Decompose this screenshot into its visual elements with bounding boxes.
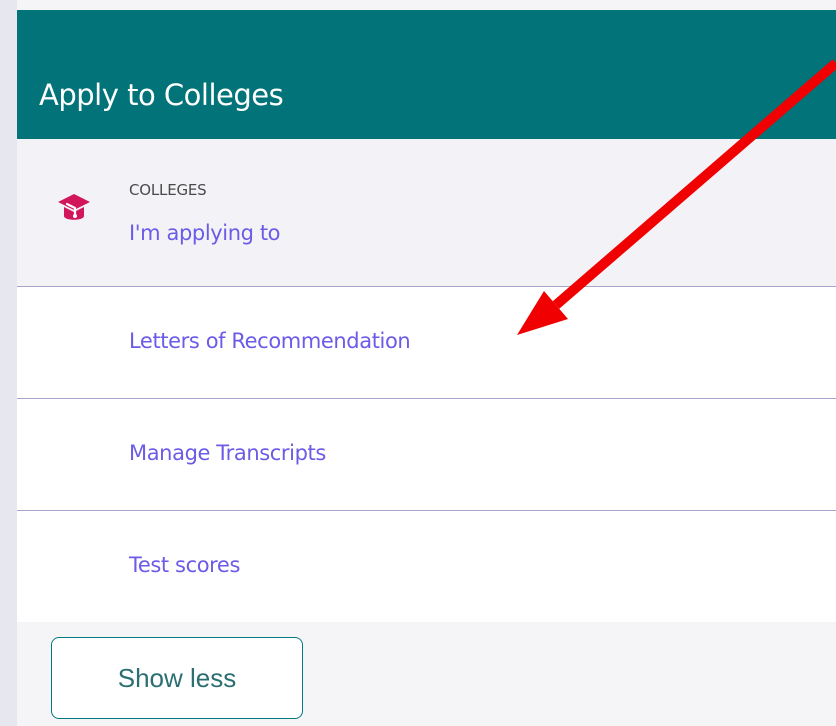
colleges-row: COLLEGES I'm applying to <box>17 139 836 287</box>
apply-to-colleges-panel: Apply to Colleges COLLEGES I'm applying … <box>17 0 836 726</box>
panel-title: Apply to Colleges <box>39 78 284 112</box>
im-applying-to-link[interactable]: I'm applying to <box>129 220 281 246</box>
show-less-button[interactable]: Show less <box>51 637 303 719</box>
menu-item-test-scores[interactable]: Test scores <box>17 511 836 623</box>
manage-transcripts-link[interactable]: Manage Transcripts <box>129 440 326 466</box>
letters-of-recommendation-link[interactable]: Letters of Recommendation <box>129 328 411 354</box>
menu-item-manage-transcripts[interactable]: Manage Transcripts <box>17 399 836 511</box>
colleges-section-label: COLLEGES <box>129 181 207 199</box>
panel-footer: Show less <box>17 622 836 726</box>
graduation-cap-icon <box>58 194 90 220</box>
test-scores-link[interactable]: Test scores <box>129 552 240 578</box>
menu-item-letters-of-recommendation[interactable]: Letters of Recommendation <box>17 287 836 399</box>
panel-header: Apply to Colleges <box>17 10 836 139</box>
